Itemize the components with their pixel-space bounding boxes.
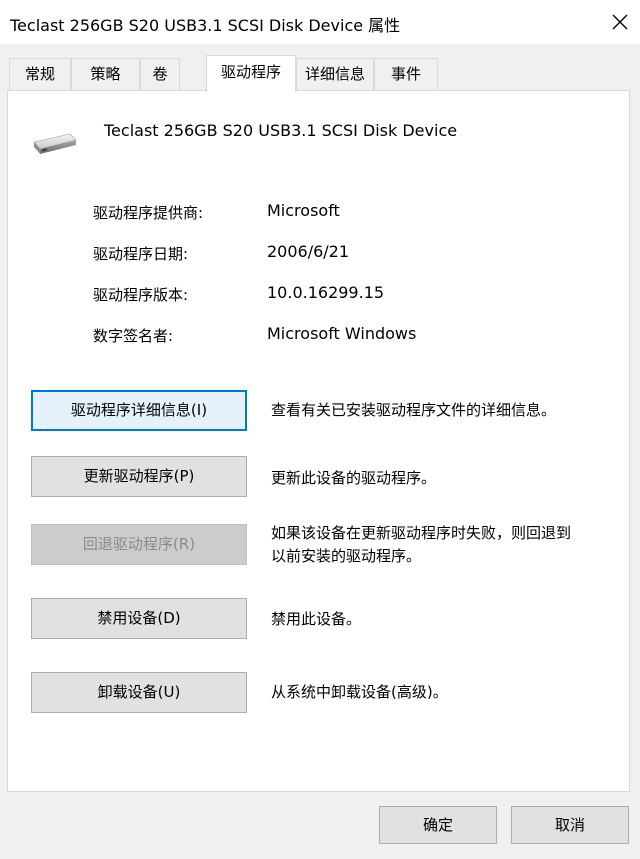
tab-strip: 常规 策略 卷 驱动程序 详细信息 事件 xyxy=(0,0,640,100)
driver-details-description: 查看有关已安装驱动程序文件的详细信息。 xyxy=(271,401,557,419)
roll-back-driver-description-line2: 以前安装的驱动程序。 xyxy=(271,547,422,565)
driver-date-label: 驱动程序日期: xyxy=(93,245,189,263)
uninstall-device-description: 从系统中卸载设备(高级)。 xyxy=(271,683,448,701)
driver-details-button[interactable]: 驱动程序详细信息(I) xyxy=(31,390,247,431)
ok-button[interactable]: 确定 xyxy=(379,806,497,844)
driver-version-value: 10.0.16299.15 xyxy=(267,283,385,302)
digital-signer-value: Microsoft Windows xyxy=(267,324,417,343)
tab-driver[interactable]: 驱动程序 xyxy=(206,55,296,92)
update-driver-description: 更新此设备的驱动程序。 xyxy=(271,469,437,487)
disk-drive-icon xyxy=(33,133,77,154)
disable-device-description: 禁用此设备。 xyxy=(271,610,362,628)
roll-back-driver-button[interactable]: 回退驱动程序(R) xyxy=(31,524,247,565)
tab-details[interactable]: 详细信息 xyxy=(296,58,374,90)
driver-date-value: 2006/6/21 xyxy=(267,242,350,261)
uninstall-device-button[interactable]: 卸载设备(U) xyxy=(31,672,247,713)
driver-version-label: 驱动程序版本: xyxy=(93,286,189,304)
roll-back-driver-description-line1: 如果该设备在更新驱动程序时失败，则回退到 xyxy=(271,524,572,542)
device-name: Teclast 256GB S20 USB3.1 SCSI Disk Devic… xyxy=(104,121,458,140)
cancel-button[interactable]: 取消 xyxy=(511,806,629,844)
tab-volumes[interactable]: 卷 xyxy=(140,58,180,90)
tab-general[interactable]: 常规 xyxy=(9,58,71,90)
driver-provider-label: 驱动程序提供商: xyxy=(93,204,204,222)
driver-provider-value: Microsoft xyxy=(267,201,340,220)
driver-tab-panel: Teclast 256GB S20 USB3.1 SCSI Disk Devic… xyxy=(7,90,630,792)
disable-device-button[interactable]: 禁用设备(D) xyxy=(31,598,247,639)
tab-events[interactable]: 事件 xyxy=(374,58,438,90)
tab-policies[interactable]: 策略 xyxy=(71,58,140,90)
digital-signer-label: 数字签名者: xyxy=(93,327,174,345)
update-driver-button[interactable]: 更新驱动程序(P) xyxy=(31,456,247,497)
